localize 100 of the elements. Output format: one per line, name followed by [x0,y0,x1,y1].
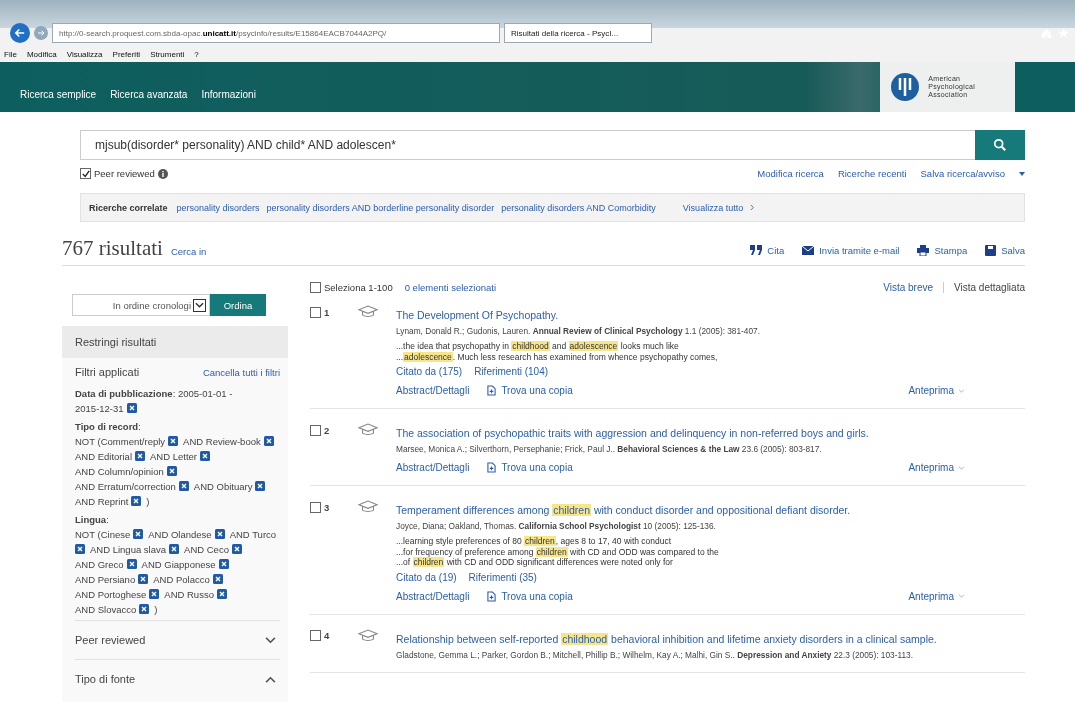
action-link[interactable]: Stampa [917,244,968,256]
filter-value: AND Greco [75,559,124,570]
result-title-link[interactable]: The association of psychopathic traits with aggression and delinquency in non-referred boys and girls. [396,427,869,439]
action-link[interactable]: Invia tramite e-mail [802,244,900,256]
menu-item[interactable]: Modifica [26,50,57,59]
search-link[interactable]: Modifica ricerca [757,168,824,179]
nav-link[interactable]: Ricerca avanzata [110,88,188,100]
remove-filter-icon[interactable] [212,574,223,584]
result-number: 3 [324,501,330,513]
menu-item[interactable]: ? [194,50,199,59]
applied-filters-label: Filtri applicati [75,366,140,378]
abstract-link[interactable]: Abstract/Dettagli [396,590,470,602]
references-link[interactable]: Riferimenti (104) [474,366,549,377]
preview-link[interactable]: Anteprima [908,590,965,602]
related-link[interactable]: personality disorders AND borderline personality disorder [266,202,495,213]
result-number: 4 [324,630,330,641]
related-link[interactable]: personality disorders AND Comorbidity [501,202,656,213]
remove-filter-icon[interactable] [168,436,179,446]
remove-filter-icon[interactable] [218,559,229,569]
search-button[interactable] [975,130,1025,160]
caret-icon [958,594,965,598]
selected-count-link[interactable]: 0 elementi selezionati [404,282,497,293]
clear-filters-link[interactable]: Cancella tutti i filtri [202,366,280,378]
remove-filter-icon[interactable] [126,403,137,413]
remove-filter-icon[interactable] [135,451,146,461]
snippet: ...the idea that psychopathy in childhood and adolescence looks much like ...adolescence. Much less research has examined from whence psychopathy comes, [396,341,719,362]
result-title-link[interactable]: Relationship between self-reported childhood behavioral inhibition and lifetime anxiety disorders in a clinical sample. [396,632,937,645]
nav-link[interactable]: Informazioni [201,88,256,100]
find-copy-link[interactable]: Trova una copia [487,590,573,602]
sort-button[interactable]: Ordina [210,294,266,316]
remove-filter-icon[interactable] [214,529,225,539]
references-link[interactable]: Riferimenti (35) [468,571,537,583]
graduation-cap-icon [358,500,378,513]
back-button[interactable] [10,23,30,43]
filter-value: AND Persiano [75,574,136,585]
action-link[interactable]: Salva [985,244,1025,256]
filter-section[interactable]: Tipo di fonte [75,659,280,698]
snippet: ...learning style preferences of 80 children, ages 8 to 17, 40 with conduct ...for frequency of preference among children with CD and ODD was compared to the ...of children with CD and ODD significant differences were noted only for [396,536,720,568]
remove-filter-icon[interactable] [138,574,149,584]
checkbox[interactable] [310,501,321,513]
star-icon[interactable] [1058,27,1069,39]
browser-tab[interactable]: Risultati della ricerca - PsycI... [504,23,652,43]
menu-item[interactable]: Preferiti [112,50,141,59]
filter-value: AND Editorial [75,451,133,462]
search-link[interactable]: Ricerche recenti [837,168,907,179]
find-copy-link[interactable]: Trova una copia [487,462,573,473]
result-title-link[interactable]: Temperament differences among children with conduct disorder and oppositional defiant disorder. [396,504,851,516]
remove-filter-icon[interactable] [263,436,274,446]
info-icon[interactable] [157,168,168,179]
sort-dropdown[interactable]: In ordine cronologi [72,294,210,316]
nav-link[interactable]: Ricerca semplice [20,88,97,100]
envelope-icon [802,245,815,255]
filter-value: ) [154,604,158,615]
remove-filter-icon[interactable] [131,496,142,506]
checkbox[interactable] [310,306,321,318]
remove-filter-icon[interactable] [255,481,266,491]
remove-filter-icon[interactable] [75,544,85,554]
cited-by-link[interactable]: Citato da (19) [396,571,457,583]
remove-filter-icon[interactable] [200,451,211,461]
menu-item[interactable]: Strumenti [150,50,185,59]
view-all-link[interactable]: Visualizza tutto [682,202,744,213]
remove-filter-icon[interactable] [169,544,180,554]
remove-filter-icon[interactable] [166,466,177,476]
view-option[interactable]: Vista dettagliata [943,282,1025,293]
checkbox[interactable] [310,424,321,436]
related-label: Ricerche correlate [89,202,168,213]
search-field[interactable]: mjsub(disorder* personality) AND child* AND adolescen* [80,130,975,160]
cited-by-link[interactable]: Citato da (175) [396,366,463,377]
result-title-link[interactable]: The Development Of Psychopathy. [396,309,559,321]
filter-value: AND Letter [150,451,198,462]
filter-value: AND Lingua slava [90,544,167,555]
view-option[interactable]: Vista breve [883,282,933,293]
checkbox[interactable] [310,630,321,641]
menu-item[interactable]: Visualizza [66,50,103,59]
remove-filter-icon[interactable] [178,481,189,491]
citation: Gladstone, Gemma L.; Parker, Gordon B.; Mitchell, Phillip B.; Wilhelm, Kay A.; Malhi, Gin S.. Depression and Anxiety 22.3 (2005): 103-113. [396,649,914,660]
preview-link[interactable]: Anteprima [908,385,965,396]
related-link[interactable]: personality disorders [176,202,260,213]
menu-item[interactable]: File [4,50,17,59]
preview-link[interactable]: Anteprima [908,462,965,473]
remove-filter-icon[interactable] [231,544,242,554]
remove-filter-icon[interactable] [149,589,160,599]
address-bar[interactable]: http://0-search.proquest.com.sbda-opac.unicatt.it/psycinfo/results/E15864EACB7044A2PQ/ [52,23,500,43]
search-in-link[interactable]: Cerca in [170,246,207,257]
remove-filter-icon[interactable] [216,589,227,599]
remove-filter-icon[interactable] [139,604,150,614]
search-link[interactable]: Salva ricerca/avviso [920,168,1005,179]
checkbox[interactable] [310,282,321,293]
filter-value: AND Portoghese [75,589,147,600]
find-copy-link[interactable]: Trova una copia [487,385,573,396]
caret-icon [958,465,965,470]
filter-value: AND Turco [229,529,277,540]
filter-section[interactable]: Peer reviewed [75,620,280,659]
abstract-link[interactable]: Abstract/Dettagli [396,385,470,396]
checkbox[interactable] [80,168,91,179]
remove-filter-icon[interactable] [126,559,137,569]
abstract-link[interactable]: Abstract/Dettagli [396,462,470,473]
action-link[interactable]: Cita [750,244,785,256]
filter-label: Tipo di record: [75,420,142,434]
remove-filter-icon[interactable] [133,529,144,539]
